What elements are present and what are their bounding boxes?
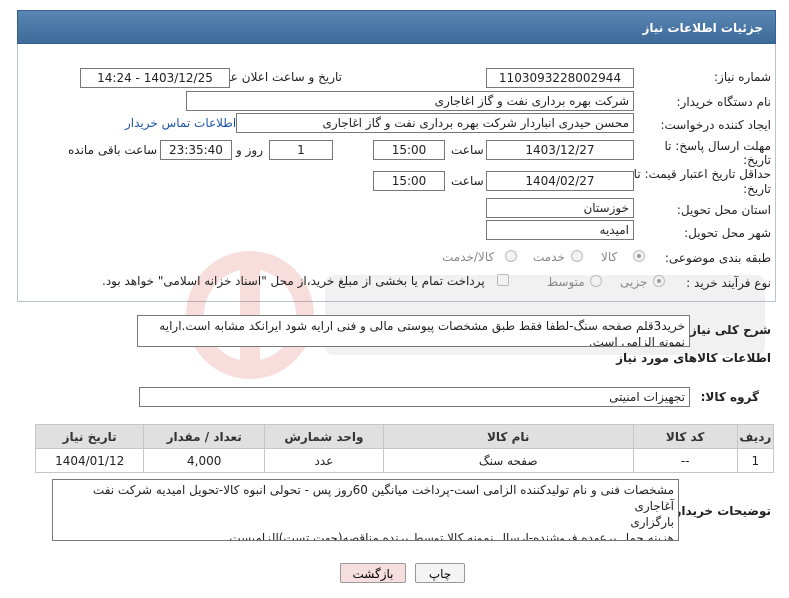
- buyer-notes-line1: مشخصات فنی و نام تولیدکننده الزامی است-پ…: [92, 483, 674, 513]
- print-button[interactable]: چاپ: [415, 563, 465, 583]
- buyer-notes-line2: بارگزاری: [630, 515, 674, 529]
- deadline-days-label: روز و: [236, 143, 263, 157]
- remaining-time-label: ساعت باقی مانده: [68, 143, 158, 157]
- deadline-label-line1: مهلت ارسال پاسخ: تا: [664, 139, 771, 153]
- category-radio-goods[interactable]: [633, 250, 645, 262]
- deadline-days-field: 1: [269, 140, 333, 160]
- table-row: 1 -- صفحه سنگ عدد 4,000 1404/01/12: [34, 448, 775, 473]
- deadline-date-field: 1403/12/27: [486, 140, 634, 160]
- announce-date-field: 1403/12/25 - 14:24: [80, 68, 230, 88]
- buyer-contact-link[interactable]: اطلاعات تماس خریدار: [125, 116, 236, 130]
- description-textarea: خرید3قلم صفحه سنگ-لطفا فقط طبق مشخصات پی…: [137, 315, 690, 347]
- treasury-payment-checkbox[interactable]: [497, 274, 509, 286]
- remaining-time-field: 23:35:40: [160, 140, 232, 160]
- province-label: استان محل تحویل:: [676, 203, 771, 217]
- cell-date: 1404/01/12: [34, 448, 145, 473]
- category-label: طبقه بندی موضوعی:: [664, 251, 771, 265]
- deadline-time-field: 15:00: [373, 140, 445, 160]
- col-name: نام کالا: [382, 424, 634, 449]
- validity-date-field: 1404/02/27: [486, 171, 634, 191]
- city-label: شهر محل تحویل:: [684, 226, 771, 240]
- buyer-notes-line3: هزینه حمل برعهده فروشنده-ارسال نمونه کال…: [229, 531, 674, 541]
- col-code: کد کالا: [632, 424, 738, 449]
- buyer-notes-label: توضیحات خریدار:: [669, 504, 771, 518]
- validity-label-line2: تاریخ:: [743, 182, 771, 196]
- category-option-goods: کالا: [601, 250, 618, 264]
- process-radio-medium[interactable]: [590, 275, 602, 287]
- col-qty: تعداد / مقدار: [143, 424, 266, 449]
- need-number-label: شماره نیاز:: [714, 70, 771, 84]
- validity-label-line1: حداقل تاریخ اعتبار قیمت: تا: [633, 167, 771, 181]
- city-field: امیدیه: [486, 220, 634, 240]
- goods-group-label: گروه کالا:: [700, 390, 759, 404]
- buyer-notes-textarea: مشخصات فنی و نام تولیدکننده الزامی است-پ…: [52, 479, 679, 541]
- process-option-medium: متوسط: [547, 275, 585, 289]
- province-field: خوزستان: [486, 198, 634, 218]
- category-option-goods-service: کالا/خدمت: [442, 250, 495, 264]
- cell-unit: عدد: [264, 448, 384, 473]
- requester-field: محسن حیدری انباردار شرکت بهره برداری نفت…: [236, 113, 634, 133]
- validity-time-field: 15:00: [373, 171, 445, 191]
- process-option-minor: جزیی: [620, 275, 648, 289]
- validity-time-label: ساعت: [451, 174, 484, 188]
- col-date: تاریخ نیاز: [34, 424, 145, 449]
- requester-label: ایجاد کننده درخواست:: [660, 118, 771, 132]
- need-number-field: 1103093228002944: [486, 68, 634, 88]
- deadline-label-line2: تاریخ:: [743, 153, 771, 167]
- description-label: شرح کلی نیاز:: [685, 323, 771, 337]
- buyer-org-label: نام دستگاه خریدار:: [676, 95, 772, 109]
- goods-section-title: اطلاعات کالاهای مورد نیاز: [616, 351, 771, 365]
- process-radio-minor[interactable]: [653, 275, 665, 287]
- buyer-org-field: شرکت بهره برداری نفت و گاز اغاجاری: [186, 91, 634, 111]
- process-label: نوع فرآیند خرید :: [686, 276, 771, 290]
- goods-table: ردیف کد کالا نام کالا واحد شمارش تعداد /…: [34, 424, 775, 473]
- cell-row: 1: [736, 448, 775, 473]
- back-button[interactable]: بازگشت: [340, 563, 406, 583]
- cell-code: --: [632, 448, 738, 473]
- col-row: ردیف: [736, 424, 775, 449]
- col-unit: واحد شمارش: [264, 424, 384, 449]
- cell-name: صفحه سنگ: [382, 448, 634, 473]
- goods-group-field: تجهیزات امنیتی: [139, 387, 690, 407]
- category-option-service: خدمت: [533, 250, 565, 264]
- deadline-time-label: ساعت: [451, 143, 484, 157]
- treasury-payment-note: پرداخت تمام یا بخشی از مبلغ خرید،از محل …: [102, 274, 485, 288]
- category-radio-service[interactable]: [571, 250, 583, 262]
- cell-qty: 4,000: [143, 448, 266, 473]
- category-radio-goods-service[interactable]: [505, 250, 517, 262]
- page-title: جزئیات اطلاعات نیاز: [17, 10, 776, 44]
